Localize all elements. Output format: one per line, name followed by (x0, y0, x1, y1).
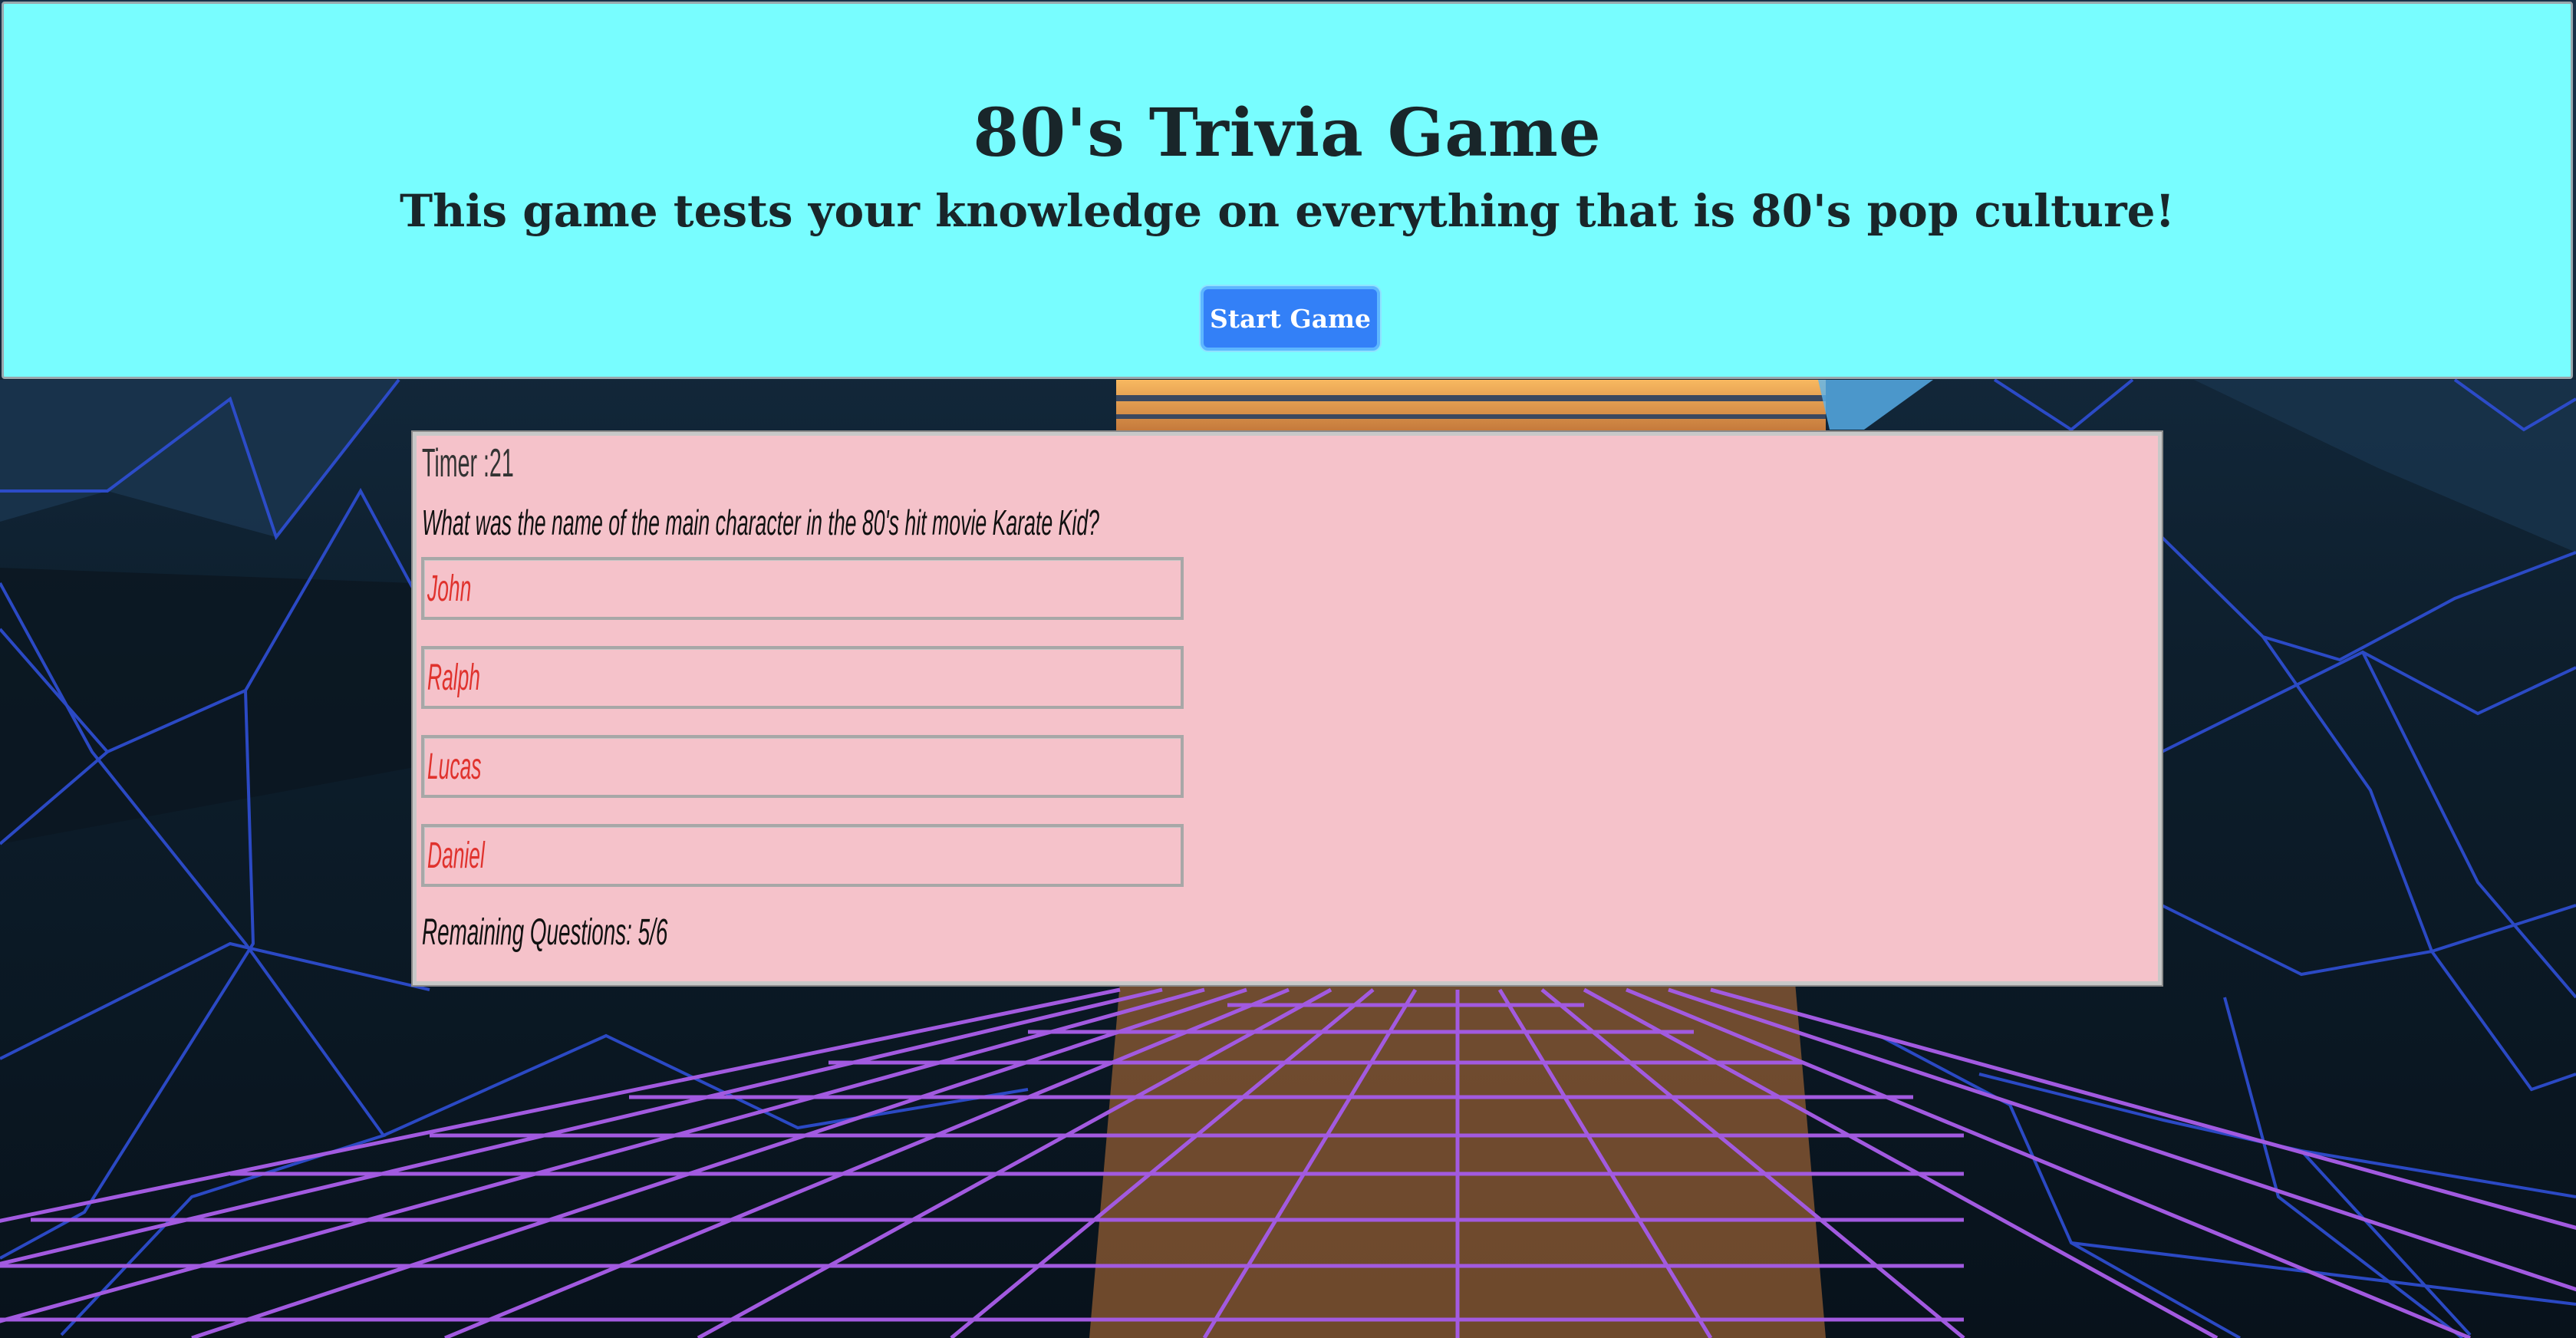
remaining-questions: Remaining Questions: 5/6 (422, 912, 668, 953)
answer-label: Daniel (427, 835, 485, 876)
question-text: What was the name of the main character … (422, 503, 1100, 542)
start-game-button[interactable]: Start Game (1201, 286, 1380, 351)
timer-display: Timer :21 (422, 441, 514, 486)
answer-label: Ralph (427, 657, 480, 698)
answer-label: John (427, 568, 472, 609)
answer-option-3[interactable]: Lucas (421, 735, 1184, 798)
answer-label: Lucas (427, 746, 482, 787)
game-page: 80's Trivia Game This game tests your kn… (0, 0, 2576, 1338)
answer-option-1[interactable]: John (421, 557, 1184, 620)
page-subtitle: This game tests your knowledge on everyt… (399, 185, 2176, 237)
page-title: 80's Trivia Game (973, 94, 1602, 172)
header-banner: 80's Trivia Game This game tests your kn… (2, 2, 2573, 379)
answer-option-2[interactable]: Ralph (421, 646, 1184, 709)
answer-option-4[interactable]: Daniel (421, 824, 1184, 887)
quiz-panel: Timer :21 What was the name of the main … (411, 430, 2163, 987)
